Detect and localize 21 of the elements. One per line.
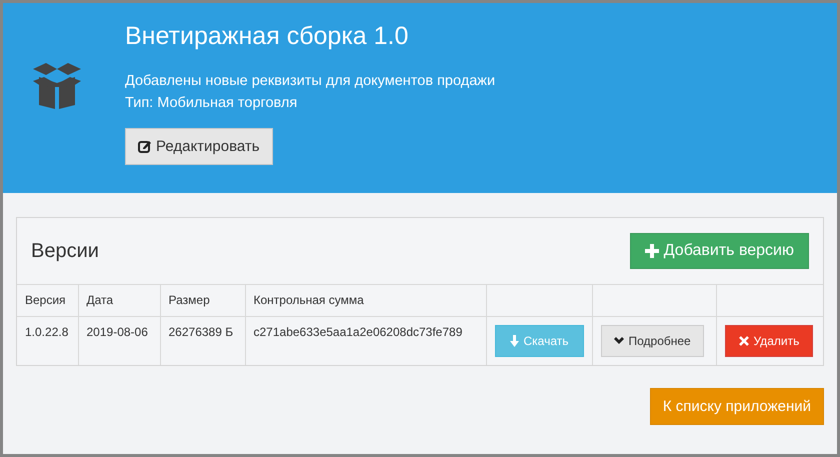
column-header: Версия: [17, 284, 78, 316]
back-to-list-button[interactable]: К списку приложений: [650, 388, 824, 425]
plus-icon: [644, 244, 659, 258]
download-button[interactable]: Скачать: [494, 325, 584, 357]
details-button[interactable]: Подробнее: [600, 325, 704, 357]
column-header: Дата: [78, 284, 160, 316]
delete-button[interactable]: Удалить: [724, 325, 814, 357]
edit-icon: [138, 140, 151, 153]
chevron-down-icon: [614, 337, 624, 345]
column-header: Контрольная сумма: [245, 284, 486, 316]
close-icon: [738, 336, 748, 346]
app-type: Тип: Мобильная торговля: [125, 94, 298, 113]
box-icon: [33, 63, 81, 109]
panel-title: Версии: [31, 240, 99, 262]
column-header: Размер: [160, 284, 245, 316]
app-title: Внетиражная сборка 1.0: [125, 22, 410, 51]
add-version-button[interactable]: Добавить версию: [630, 233, 809, 269]
app-description: Добавлены новые реквизиты для документов продажи: [125, 72, 496, 91]
edit-button[interactable]: Редактировать: [125, 128, 273, 165]
download-icon: [510, 335, 518, 347]
table-cell: 1.0.22.8: [17, 316, 78, 365]
